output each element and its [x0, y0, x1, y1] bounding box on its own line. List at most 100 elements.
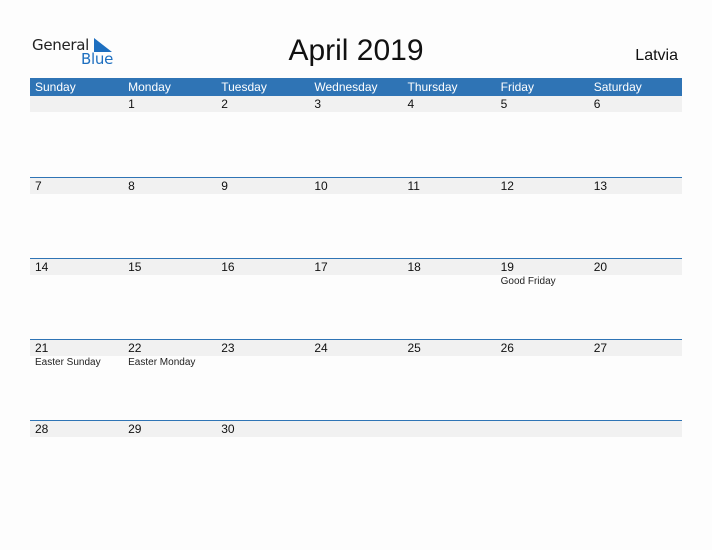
day-number: 25 [407, 341, 421, 355]
day-number: 17 [314, 260, 328, 274]
day-number: 23 [221, 341, 235, 355]
day-cell: 29 [123, 421, 216, 437]
day-cell: 19 [496, 259, 589, 275]
holiday-label [403, 356, 496, 370]
day-cell: 8 [123, 178, 216, 194]
day-cell: 27 [589, 340, 682, 356]
day-cell: 13 [589, 178, 682, 194]
day-cell: 10 [309, 178, 402, 194]
day-cell: 24 [309, 340, 402, 356]
day-number: 4 [407, 97, 415, 111]
weekday-sunday: Sunday [35, 80, 76, 94]
day-number: 13 [593, 179, 608, 193]
day-cell: 22 [123, 340, 216, 356]
date-strip: 21 22 23 24 25 26 27 [30, 340, 682, 356]
day-number: 11 [407, 179, 420, 193]
day-cell: 5 [496, 96, 589, 112]
week-row: 14 15 16 17 18 19 20 Good Friday [30, 258, 682, 339]
date-strip: 28 29 30 [30, 421, 682, 437]
day-number: 27 [593, 341, 608, 355]
day-number: 18 [407, 260, 421, 274]
weekday-tuesday: Tuesday [221, 80, 267, 94]
day-cell: 4 [403, 96, 496, 112]
day-number: 10 [314, 179, 328, 193]
day-number: 1 [128, 97, 135, 111]
country-label: Latvia [635, 47, 678, 64]
day-cell: 21 [30, 340, 123, 356]
day-number: 29 [128, 422, 142, 436]
day-cell: 9 [216, 178, 309, 194]
day-cell [403, 421, 496, 437]
day-number: 8 [128, 179, 135, 193]
week-row: 28 29 30 [30, 420, 682, 501]
day-cell: 20 [589, 259, 682, 275]
day-cell: 23 [216, 340, 309, 356]
day-number: 20 [593, 260, 608, 274]
holiday-label [123, 275, 216, 289]
day-cell: 17 [309, 259, 402, 275]
day-cell: 3 [309, 96, 402, 112]
day-number: 16 [221, 260, 235, 274]
holiday-label [589, 275, 682, 289]
day-number: 7 [35, 179, 42, 193]
holiday-label: Easter Monday [128, 357, 196, 368]
day-number: 9 [221, 179, 228, 193]
holiday-label [589, 356, 682, 370]
day-cell: 14 [30, 259, 123, 275]
date-strip: 14 15 16 17 18 19 20 [30, 259, 682, 275]
day-number: 14 [35, 260, 49, 274]
weekday-monday: Monday [128, 80, 171, 94]
day-number: 15 [128, 260, 142, 274]
date-strip: 1 2 3 4 5 6 [30, 96, 682, 112]
day-cell: 2 [216, 96, 309, 112]
holiday-label [403, 275, 496, 289]
day-cell: 26 [496, 340, 589, 356]
holiday-label [216, 275, 309, 289]
events-row: Easter Sunday Easter Monday [30, 356, 682, 370]
calendar-grid: Sunday Monday Tuesday Wednesday Thursday Frid… [30, 78, 682, 501]
events-row: Good Friday [30, 275, 682, 289]
day-number: 22 [128, 341, 142, 355]
day-number: 19 [500, 260, 514, 274]
day-cell: 16 [216, 259, 309, 275]
page-title: April 2019 [288, 34, 424, 67]
holiday-label [216, 356, 309, 370]
week-row: 21 22 23 24 25 26 27 Easter Sunday Easter Monday [30, 339, 682, 420]
day-number: 2 [221, 97, 228, 111]
holiday-label [309, 356, 402, 370]
day-number: 30 [221, 422, 235, 436]
day-cell [589, 421, 682, 437]
day-cell: 11 [403, 178, 496, 194]
day-number: 5 [500, 97, 508, 111]
weekday-wednesday: Wednesday [314, 80, 378, 94]
day-cell: 7 [30, 178, 123, 194]
weekday-thursday: Thursday [407, 80, 458, 94]
holiday-label [496, 356, 589, 370]
day-cell: 25 [403, 340, 496, 356]
holiday-label [309, 275, 402, 289]
day-cell [309, 421, 402, 437]
day-cell: 6 [589, 96, 682, 112]
day-cell: 12 [496, 178, 589, 194]
day-number: 28 [35, 422, 49, 436]
day-cell [30, 96, 123, 112]
day-number: 21 [35, 341, 49, 355]
day-cell: 1 [123, 96, 216, 112]
week-row: 7 8 9 10 11 12 13 [30, 177, 682, 258]
day-number: 24 [314, 341, 328, 355]
day-cell [496, 421, 589, 437]
day-number: 3 [314, 97, 322, 111]
holiday-label [30, 275, 123, 289]
day-cell: 15 [123, 259, 216, 275]
weekday-header: Sunday Monday Tuesday Wednesday Thursday Frid… [30, 78, 682, 96]
week-row: 1 2 3 4 5 6 [30, 96, 682, 177]
weekday-saturday: Saturday [593, 80, 642, 94]
day-number: 12 [500, 179, 514, 193]
date-strip: 7 8 9 10 11 12 13 [30, 178, 682, 194]
holiday-label: Easter Sunday [35, 357, 101, 368]
day-number: 6 [593, 97, 601, 111]
weekday-friday: Friday [500, 80, 534, 94]
day-cell: 18 [403, 259, 496, 275]
day-cell: 28 [30, 421, 123, 437]
day-number: 26 [500, 341, 514, 355]
